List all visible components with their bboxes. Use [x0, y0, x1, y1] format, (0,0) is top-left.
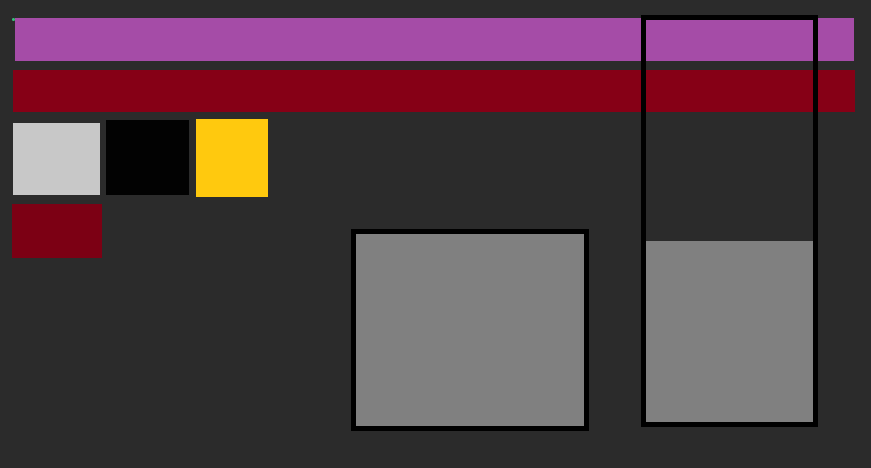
light-gray-swatch[interactable]	[13, 123, 100, 195]
yellow-swatch[interactable]	[196, 119, 268, 197]
black-swatch[interactable]	[106, 120, 189, 195]
right-panel-fill	[646, 241, 813, 422]
right-outlined-panel[interactable]	[641, 15, 818, 427]
crimson-swatch[interactable]	[12, 204, 102, 258]
center-gray-panel[interactable]	[351, 229, 589, 431]
canvas	[0, 0, 871, 468]
